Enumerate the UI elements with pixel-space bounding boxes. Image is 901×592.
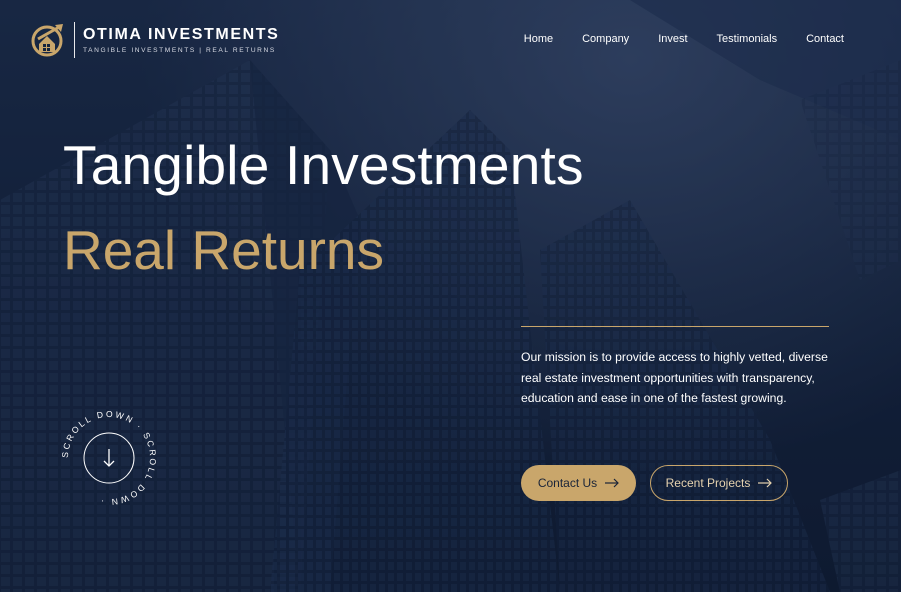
mission-statement: Our mission is to provide access to high…	[521, 350, 828, 405]
gold-divider	[521, 326, 829, 327]
arrow-right-icon	[758, 478, 773, 488]
brand-name: OTIMA INVESTMENTS	[83, 26, 280, 43]
arrow-down-icon	[103, 449, 115, 467]
contact-us-button[interactable]: Contact Us	[521, 465, 636, 501]
hero-headline-line2: Real Returns	[63, 219, 384, 281]
nav-contact[interactable]: Contact	[806, 33, 844, 45]
logo-divider	[74, 22, 75, 58]
scroll-down-badge[interactable]: SCROLL DOWN · SCROLL DOWN ·	[59, 408, 159, 508]
hero-headline-line1: Tangible Investments	[63, 134, 584, 196]
nav-company[interactable]: Company	[582, 33, 629, 45]
contact-us-label: Contact Us	[537, 476, 598, 490]
nav-home[interactable]: Home	[524, 33, 553, 45]
brand-tagline: TANGIBLE INVESTMENTS | REAL RETURNS	[83, 47, 276, 54]
arrow-right-icon	[605, 478, 620, 488]
logo-text: OTIMA INVESTMENTS TANGIBLE INVESTMENTS |…	[83, 26, 279, 54]
main-nav: Home Company Invest Testimonials Contact	[495, 33, 844, 45]
house-arrow-logo-icon	[31, 24, 63, 57]
nav-invest[interactable]: Invest	[658, 33, 687, 45]
recent-projects-label: Recent Projects	[665, 476, 751, 490]
recent-projects-button[interactable]: Recent Projects	[650, 465, 788, 501]
nav-testimonials[interactable]: Testimonials	[717, 33, 778, 45]
logo[interactable]: OTIMA INVESTMENTS TANGIBLE INVESTMENTS |…	[30, 22, 279, 58]
